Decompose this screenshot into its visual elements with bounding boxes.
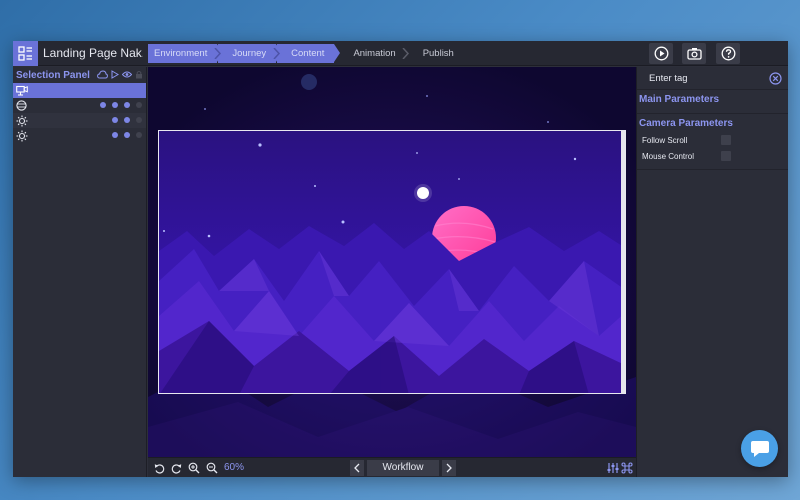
play-icon[interactable] [111,70,119,79]
zoom-level: 60% [224,462,245,473]
properties-panel: Enter tag Main Parameters Camera Paramet… [636,67,788,477]
eye-icon[interactable] [122,70,132,79]
lock-dot[interactable] [136,117,142,123]
breadcrumb-content[interactable]: Content [277,44,341,63]
scene-item-light-1[interactable] [13,113,146,128]
menu-grid-button[interactable] [13,41,38,66]
selection-panel-header: Selection Panel [13,67,146,83]
sliders-button[interactable] [606,461,620,475]
top-bar: Landing Page Nak... Environment Journey … [13,41,788,66]
frame-scrollbar[interactable] [621,131,625,393]
workflow-button[interactable]: Workflow [367,460,439,476]
app-window: Landing Page Nak... Environment Journey … [13,41,788,477]
redo-button[interactable] [169,461,183,475]
undo-button[interactable] [152,461,166,475]
sun-icon [16,115,28,126]
state-dot[interactable] [124,102,130,108]
breadcrumb-label: Journey [232,48,267,59]
project-title: Landing Page Nak... [43,46,143,60]
grid-menu-icon [18,46,32,61]
visibility-dot[interactable] [100,102,106,108]
breadcrumb-publish[interactable]: Publish [407,44,464,63]
breadcrumb-label: Environment [154,48,208,59]
mouse-control-checkbox[interactable] [721,151,731,161]
render-dot[interactable] [112,117,118,123]
main-parameters-title[interactable]: Main Parameters [637,90,788,109]
camera-parameters-title[interactable]: Camera Parameters [637,114,788,133]
tag-row: Enter tag [637,67,788,90]
breadcrumb: Environment Journey Content Animation Pu… [148,44,465,63]
zoom-out-button[interactable] [205,461,219,475]
redo-icon [171,463,181,474]
breadcrumb-journey[interactable]: Journey [218,44,282,63]
param-label: Follow Scroll [642,136,688,145]
chat-button[interactable] [741,430,778,467]
shortcuts-button[interactable] [620,461,634,475]
param-follow-scroll: Follow Scroll [637,133,788,149]
play-button[interactable] [649,43,673,64]
sun-icon [16,130,28,141]
chevron-right-icon [273,48,281,59]
zoom-in-icon [188,462,200,474]
play-circle-icon [654,46,668,61]
render-dot[interactable] [112,132,118,138]
undo-icon [154,463,164,474]
workflow-next-button[interactable] [442,460,456,476]
tag-input[interactable]: Enter tag [649,73,688,84]
lock-dot[interactable] [136,102,142,108]
close-circle-icon[interactable] [769,72,782,85]
workflow-prev-button[interactable] [350,460,364,476]
screenshot-button[interactable] [682,43,706,64]
bottom-toolbar: 60% Workflow [148,457,636,477]
zoom-out-icon [206,462,218,474]
follow-scroll-checkbox[interactable] [721,135,731,145]
breadcrumb-label: Content [291,48,325,59]
cloud-icon[interactable] [97,70,108,79]
breadcrumb-animation[interactable]: Animation [335,44,409,63]
main-parameters-section[interactable]: Main Parameters [637,90,788,114]
render-dot[interactable] [112,102,118,108]
breadcrumb-label: Animation [353,48,396,59]
camera-frame[interactable] [158,130,626,394]
selection-panel-title: Selection Panel [16,69,90,81]
state-dot[interactable] [124,117,130,123]
help-circle-icon [721,46,735,61]
sliders-icon [607,463,619,473]
scene-item-light-2[interactable] [13,128,146,143]
scene-render [159,131,625,393]
lock-dot[interactable] [136,132,142,138]
breadcrumb-label: Publish [422,48,454,59]
zoom-in-button[interactable] [187,461,201,475]
param-mouse-control: Mouse Control [637,149,788,165]
state-dot[interactable] [124,132,130,138]
breadcrumb-environment[interactable]: Environment [148,44,224,63]
scene-item-camera[interactable] [13,83,146,98]
scene-viewport[interactable] [148,67,636,457]
command-icon [621,462,633,474]
help-button[interactable] [716,43,740,64]
sphere-icon [16,100,27,111]
scene-item-sphere[interactable] [13,98,146,113]
chevron-right-icon [214,48,222,59]
selection-panel: Selection Panel [13,67,147,477]
param-label: Mouse Control [642,152,695,161]
chevron-right-icon [446,463,452,473]
camera-icon [686,48,702,60]
lock-icon[interactable] [135,70,143,79]
camera-parameters-section: Camera Parameters Follow Scroll Mouse Co… [637,114,788,170]
chevron-left-icon [354,463,360,473]
chat-bubble-icon [750,440,769,457]
camera-video-icon [16,85,28,96]
